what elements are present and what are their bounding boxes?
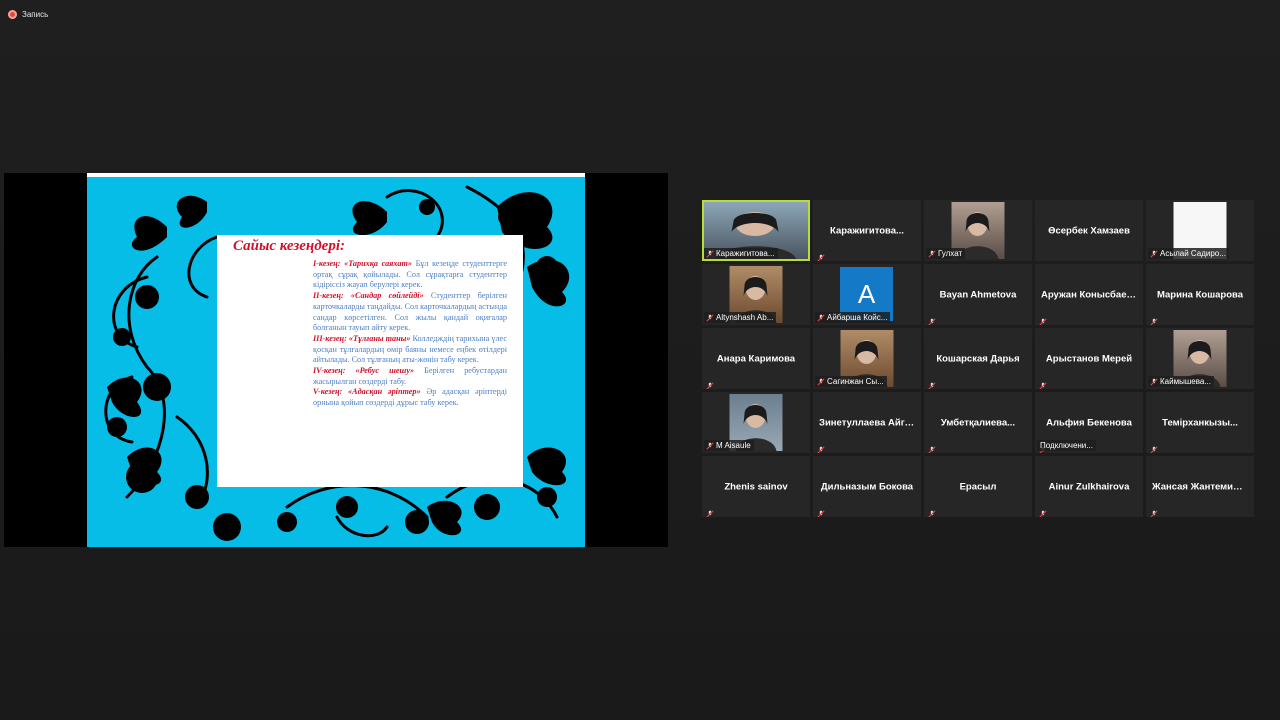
participant-name: Аружан Конысбаева bbox=[1041, 289, 1138, 300]
mic-muted-icon bbox=[928, 377, 936, 389]
mic-muted-icon bbox=[817, 314, 825, 322]
stage-title: IV-кезең: «Ребус шешу» bbox=[313, 366, 415, 376]
stage-item: V-кезең: «Адасқан әріптер» Әр адасқан әр… bbox=[313, 387, 507, 408]
participant-name-label: Гулхат bbox=[926, 248, 966, 259]
participant-name: Темірханкызы... bbox=[1162, 417, 1238, 428]
recording-label: Запись bbox=[22, 9, 49, 19]
stage-item: IV-кезең: «Ребус шешу» Берілген ребустар… bbox=[313, 366, 507, 387]
stage-title: II-кезең: «Сандар сөйлейді» bbox=[313, 291, 424, 301]
participant-tile[interactable]: Дильназым Бокова bbox=[813, 456, 921, 517]
mic-muted-icon bbox=[928, 250, 936, 258]
mic-muted-icon bbox=[1039, 313, 1047, 325]
stage-item: III-кезең: «Тұлғаны таны» Колледждің тар… bbox=[313, 334, 507, 366]
participant-tile[interactable]: Ерасыл bbox=[924, 456, 1032, 517]
mic-muted-icon bbox=[1150, 441, 1158, 453]
participant-tile[interactable]: Марина Кошарова bbox=[1146, 264, 1254, 325]
mic-muted-icon bbox=[928, 441, 936, 453]
stage-item: II-кезең: «Сандар сөйлейді» Студенттер б… bbox=[313, 291, 507, 334]
slide-stage-list: I-кезең: «Тарихқа саяхат» Бұл кезеңде ст… bbox=[313, 259, 507, 409]
mic-muted-icon bbox=[817, 249, 825, 261]
participant-name-label: Altynshash Ab... bbox=[704, 312, 777, 323]
participant-name-label: Асылай Садиро... bbox=[1148, 248, 1229, 259]
participant-name: Ainur Zulkhairova bbox=[1048, 481, 1130, 492]
mic-muted-icon bbox=[1150, 505, 1158, 517]
mic-muted-icon bbox=[1039, 377, 1047, 389]
participant-name: Жансая Жантемирова bbox=[1152, 481, 1254, 492]
participant-tile[interactable]: Өсербек Хамзаев bbox=[1035, 200, 1143, 261]
participant-tile[interactable]: Темірханкызы... bbox=[1146, 392, 1254, 453]
participant-tile[interactable]: Анара Каримова bbox=[702, 328, 810, 389]
participant-name: Өсербек Хамзаев bbox=[1048, 225, 1130, 236]
participant-tile[interactable]: Умбетқалиева... bbox=[924, 392, 1032, 453]
participant-name: Марина Кошарова bbox=[1156, 289, 1244, 300]
participant-tile[interactable]: Альфия Бекенова Подключени... bbox=[1035, 392, 1143, 453]
participant-tile[interactable]: Каражигитова... bbox=[813, 200, 921, 261]
mic-muted-icon bbox=[1150, 250, 1158, 258]
participant-name-label: Каражигитова... bbox=[704, 248, 778, 259]
participant-name: Арыстанов Мерей bbox=[1045, 353, 1133, 364]
mic-muted-icon bbox=[1150, 378, 1158, 386]
stage-title: III-кезең: «Тұлғаны таны» bbox=[313, 333, 411, 343]
mic-muted-icon bbox=[1039, 505, 1047, 517]
participant-tile[interactable]: Zhenis sainov bbox=[702, 456, 810, 517]
participant-name: Зинетуллаева Айгерим bbox=[819, 417, 921, 428]
mic-muted-icon bbox=[817, 441, 825, 453]
participant-tile[interactable]: A Айбарша Койс... bbox=[813, 264, 921, 325]
participant-tile[interactable]: Аружан Конысбаева bbox=[1035, 264, 1143, 325]
participant-tile[interactable]: Каражигитова... bbox=[702, 200, 810, 261]
participant-name-label: Каймышева... bbox=[1148, 376, 1214, 387]
slide-title: Сайыс кезеңдері: bbox=[233, 238, 345, 254]
participant-name: Альфия Бекенова bbox=[1046, 417, 1132, 428]
participant-tile[interactable]: Каймышева... bbox=[1146, 328, 1254, 389]
mic-muted-icon bbox=[928, 313, 936, 325]
recording-indicator[interactable]: Запись bbox=[8, 7, 48, 21]
participant-name-label: Айбарша Койс... bbox=[815, 312, 891, 323]
participant-name: Кошарская Дарья bbox=[936, 353, 1020, 364]
participant-tile[interactable]: Bayan Ahmetova bbox=[924, 264, 1032, 325]
participant-name: Ерасыл bbox=[959, 481, 997, 492]
participant-name-label: M Aisaule bbox=[704, 440, 754, 451]
mic-muted-icon bbox=[706, 442, 714, 450]
participant-tile[interactable]: Кошарская Дарья bbox=[924, 328, 1032, 389]
mic-muted-icon bbox=[928, 505, 936, 517]
participant-name: Умбетқалиева... bbox=[940, 417, 1016, 428]
participant-name: Дильназым Бокова bbox=[820, 481, 914, 492]
participant-name: Bayan Ahmetova bbox=[939, 289, 1017, 300]
participant-tile[interactable]: Altynshash Ab... bbox=[702, 264, 810, 325]
mic-muted-icon bbox=[706, 377, 714, 389]
stage-title: V-кезең: «Адасқан әріптер» bbox=[313, 387, 421, 397]
mic-muted-icon bbox=[706, 250, 714, 258]
participant-gallery: Каражигитова... Каражигитова... Гулхат Өсер… bbox=[702, 200, 1254, 517]
stage-item: I-кезең: «Тарихқа саяхат» Бұл кезеңде ст… bbox=[313, 259, 507, 291]
participant-tile[interactable]: Сагинжан Сы... bbox=[813, 328, 921, 389]
mic-muted-icon bbox=[706, 314, 714, 322]
presentation-slide: Сайыс кезеңдері: I-кезең: «Тарихқа саяха… bbox=[87, 173, 585, 547]
mic-muted-icon bbox=[1150, 313, 1158, 325]
participant-tile[interactable]: Арыстанов Мерей bbox=[1035, 328, 1143, 389]
mic-muted-icon bbox=[817, 378, 825, 386]
participant-name: Каражигитова... bbox=[830, 225, 904, 236]
participant-tile[interactable]: Зинетуллаева Айгерим bbox=[813, 392, 921, 453]
participant-tile[interactable]: M Aisaule bbox=[702, 392, 810, 453]
mic-muted-icon bbox=[817, 505, 825, 517]
participant-name-label: Сагинжан Сы... bbox=[815, 376, 887, 387]
participant-name: Анара Каримова bbox=[716, 353, 796, 364]
participant-name: Zhenis sainov bbox=[724, 481, 788, 492]
participant-tile[interactable]: Ainur Zulkhairova bbox=[1035, 456, 1143, 517]
participant-tile[interactable]: Жансая Жантемирова bbox=[1146, 456, 1254, 517]
mic-muted-icon bbox=[706, 505, 714, 517]
connection-status: Подключени... bbox=[1037, 440, 1096, 451]
participant-tile[interactable]: Асылай Садиро... bbox=[1146, 200, 1254, 261]
record-icon bbox=[8, 9, 17, 19]
stage-title: I-кезең: «Тарихқа саяхат» bbox=[313, 259, 412, 268]
participant-tile[interactable]: Гулхат bbox=[924, 200, 1032, 261]
shared-screen: Сайыс кезеңдері: I-кезең: «Тарихқа саяха… bbox=[4, 173, 668, 547]
